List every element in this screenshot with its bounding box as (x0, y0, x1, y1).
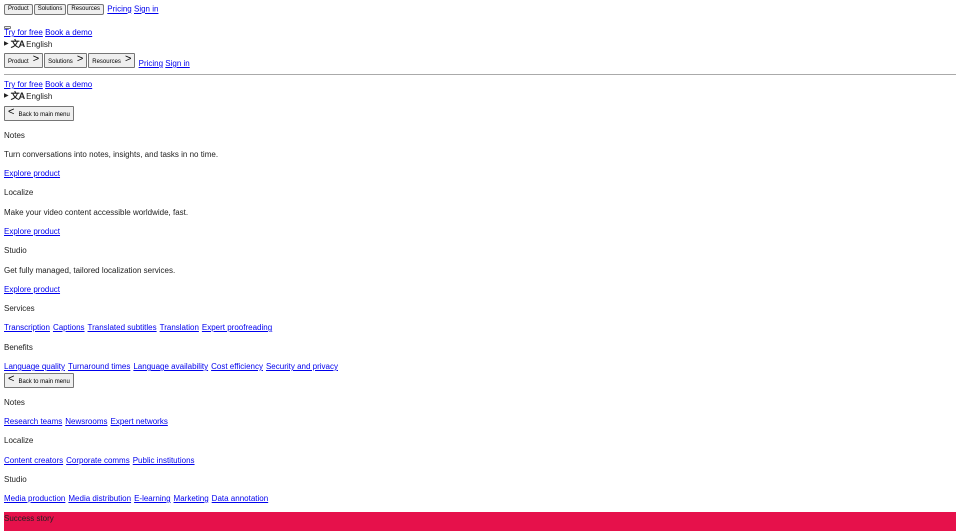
nav-resources-button[interactable]: Resources (67, 4, 105, 15)
cta-group-main: Try for free Book a demo (4, 80, 92, 89)
explore-notes-link[interactable]: Explore product (4, 169, 60, 178)
language-selector[interactable]: ▶ 文A English (4, 39, 52, 49)
book-demo-link[interactable]: Book a demo (45, 80, 92, 89)
success-story-banner[interactable]: Success story (4, 512, 956, 531)
solution-link[interactable]: E-learning (134, 494, 170, 503)
solutions-localize-links: Content creators Corporate comms Public in… (4, 456, 198, 465)
language-selector[interactable]: ▶ 文A English (4, 91, 52, 101)
cta-group-top: Try for free Book a demo (4, 28, 92, 37)
translate-icon: 文A (10, 91, 25, 101)
benefit-link[interactable]: Language quality (4, 362, 65, 371)
product-notes-desc: Turn conversations into notes, insights,… (4, 150, 219, 159)
benefit-link[interactable]: Security and privacy (266, 362, 338, 371)
solutions-studio-links: Media production Media distribution E-lear… (4, 494, 271, 503)
nav-solutions-button[interactable]: Solutions (33, 4, 67, 15)
main-nav-resources-button[interactable]: Resources > (88, 53, 136, 68)
language-label: English (26, 91, 53, 101)
main-nav-solutions-button[interactable]: Solutions > (44, 53, 88, 68)
divider (4, 74, 956, 75)
chevron-left-icon: < (8, 106, 15, 118)
top-nav: Product Solutions Resources Pricing Sign i… (4, 4, 158, 15)
benefit-link[interactable]: Turnaround times (68, 362, 130, 371)
benefits-links: Language quality Turnaround times Language… (4, 362, 341, 371)
service-link[interactable]: Translated subtitles (88, 323, 157, 332)
try-free-link[interactable]: Try for free (4, 80, 43, 89)
main-nav: Product > Solutions > Resources > Pricing Sig… (4, 53, 190, 68)
back-label: Back to main menu (18, 112, 70, 118)
product-studio-desc: Get fully managed, tailored localization… (4, 266, 176, 275)
explore-localize-link[interactable]: Explore product (4, 227, 60, 236)
nav-product-button[interactable]: Product (4, 4, 33, 15)
product-localize-title: Localize (4, 188, 34, 197)
benefits-title: Benefits (4, 343, 33, 352)
product-localize-explore: Explore product (4, 227, 60, 236)
main-nav-signin-link[interactable]: Sign in (165, 59, 189, 68)
back-to-main-menu-button[interactable]: < Back to main menu (4, 373, 74, 388)
chevron-right-icon: > (76, 53, 84, 65)
back-to-main-menu-button[interactable]: < Back to main menu (4, 106, 74, 121)
main-nav-pricing-link[interactable]: Pricing (139, 59, 163, 68)
solution-link[interactable]: Marketing (174, 494, 209, 503)
benefit-link[interactable]: Cost efficiency (211, 362, 263, 371)
language-label: English (26, 39, 53, 49)
product-studio-explore: Explore product (4, 285, 60, 294)
solution-link[interactable]: Newsrooms (65, 417, 107, 426)
try-free-link[interactable]: Try for free (4, 28, 43, 37)
chevron-right-icon: > (32, 53, 40, 65)
main-nav-solutions-label: Solutions (48, 59, 73, 65)
chevron-left-icon: < (8, 373, 15, 385)
solutions-localize-title: Localize (4, 436, 34, 445)
solutions-studio-title: Studio (4, 475, 27, 484)
services-title: Services (4, 304, 35, 313)
solution-link[interactable]: Research teams (4, 417, 62, 426)
product-localize-desc: Make your video content accessible world… (4, 208, 189, 217)
chevron-right-icon: > (124, 53, 132, 65)
solution-link[interactable]: Media production (4, 494, 65, 503)
product-submenu-header: < Back to main menu (4, 106, 75, 121)
success-story-label: Success story (4, 514, 54, 523)
book-demo-link[interactable]: Book a demo (45, 28, 92, 37)
service-link[interactable]: Captions (53, 323, 85, 332)
service-link[interactable]: Translation (160, 323, 199, 332)
solutions-notes-title: Notes (4, 398, 25, 407)
solutions-submenu-header: < Back to main menu (4, 373, 75, 388)
solution-link[interactable]: Public institutions (133, 456, 195, 465)
explore-studio-link[interactable]: Explore product (4, 285, 60, 294)
main-nav-product-button[interactable]: Product > (4, 53, 44, 68)
solution-link[interactable]: Corporate comms (66, 456, 130, 465)
solution-link[interactable]: Content creators (4, 456, 63, 465)
product-notes-explore: Explore product (4, 169, 60, 178)
solution-link[interactable]: Media distribution (68, 494, 131, 503)
nav-signin-link[interactable]: Sign in (134, 5, 158, 14)
translate-icon: 文A (10, 39, 25, 49)
benefit-link[interactable]: Language availability (133, 362, 208, 371)
nav-pricing-link[interactable]: Pricing (107, 5, 131, 14)
solution-link[interactable]: Data annotation (212, 494, 269, 503)
disclosure-triangle-icon: ▶ (4, 92, 9, 99)
disclosure-triangle-icon: ▶ (4, 40, 9, 47)
product-notes-title: Notes (4, 131, 25, 140)
solution-link[interactable]: Expert networks (110, 417, 167, 426)
service-link[interactable]: Expert proofreading (202, 323, 272, 332)
main-nav-resources-label: Resources (92, 59, 121, 65)
services-links: Transcription Captions Translated subtitle… (4, 323, 275, 332)
product-studio-title: Studio (4, 246, 27, 255)
solutions-notes-links: Research teams Newsrooms Expert networks (4, 417, 171, 426)
back-label: Back to main menu (18, 379, 70, 385)
main-nav-product-label: Product (8, 59, 29, 65)
service-link[interactable]: Transcription (4, 323, 50, 332)
